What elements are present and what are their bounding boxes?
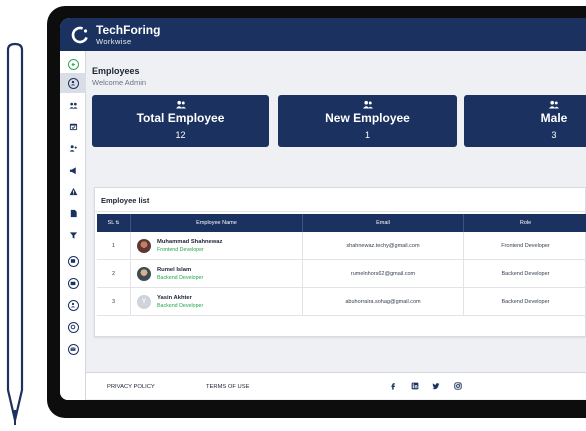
row-role: Frontend Developer — [501, 243, 550, 249]
column-label: Employee Name — [196, 220, 237, 226]
sort-icon: ⇅ — [115, 220, 120, 226]
row-employee: Rumel Islam Backend Developer — [131, 260, 303, 288]
column-label: Email — [376, 220, 390, 226]
row-sl: 3 — [97, 288, 131, 316]
row-email: abuhorraira.sohag@gmail.com — [303, 288, 464, 316]
card-new-employee[interactable]: New Employee 1 — [278, 95, 457, 147]
mail-icon — [67, 343, 79, 355]
column-header-sl[interactable]: SL ⇅ — [97, 214, 131, 232]
settings-icon — [67, 321, 79, 333]
column-label: SL — [107, 220, 115, 226]
brand-subtitle: Workwise — [96, 36, 132, 46]
users-icon — [362, 100, 373, 109]
instagram-icon[interactable] — [453, 381, 463, 391]
employee-name: Yasin Akhter — [157, 295, 192, 301]
facebook-icon[interactable] — [388, 381, 398, 391]
warning-icon — [69, 187, 77, 195]
document-icon — [70, 209, 77, 217]
page-title: Employees — [92, 66, 140, 76]
table-row[interactable]: 3 Y Yasin Akhter Backend Developer abuho… — [97, 288, 586, 316]
row-sl: 1 — [97, 232, 131, 260]
row-employee: Muhammad Shahnewaz Frontend Developer — [131, 232, 303, 260]
sidebar-item-alerts[interactable] — [60, 181, 86, 201]
employee-role-tag: Backend Developer — [157, 303, 204, 309]
divider — [95, 211, 585, 212]
row-role: Backend Developer — [501, 299, 550, 305]
sidebar-back-button[interactable] — [60, 54, 86, 74]
sidebar — [60, 51, 86, 400]
row-email: rumelnhors62@gmail.com — [303, 260, 464, 288]
avatar — [137, 267, 151, 281]
account-icon — [67, 299, 79, 311]
column-header-email[interactable]: Email — [303, 214, 464, 232]
twitter-icon[interactable] — [431, 381, 441, 391]
team-icon — [68, 102, 78, 109]
sidebar-item-settings[interactable] — [60, 317, 86, 337]
sidebar-item-projects[interactable] — [60, 273, 86, 293]
avatar — [137, 239, 151, 253]
app-screen: TechForing Workwise Employees Welcome Ad… — [60, 18, 586, 400]
users-icon — [67, 77, 79, 89]
card-male[interactable]: Male 3 — [464, 95, 586, 147]
techforing-logo-icon — [71, 26, 89, 43]
stylus-decoration — [6, 42, 24, 425]
avatar: Y — [137, 295, 151, 309]
brand-name: TechForing — [96, 22, 161, 37]
user-group-icon — [69, 144, 77, 152]
sidebar-item-employees[interactable] — [60, 73, 86, 93]
table-header: SL ⇅ Employee Name Email Role — [97, 214, 586, 232]
card-label: Male — [540, 111, 568, 125]
calendar-icon — [69, 123, 77, 130]
table-row[interactable]: 1 Muhammad Shahnewaz Frontend Developer … — [97, 232, 586, 260]
employee-name: Rumel Islam — [157, 267, 192, 273]
footer: PRIVACY POLICY TERMS OF USE — [86, 372, 586, 399]
sidebar-item-filter[interactable] — [60, 225, 86, 245]
card-label: New Employee — [325, 111, 410, 125]
row-sl: 2 — [97, 260, 131, 288]
briefcase-icon — [67, 277, 79, 289]
card-value: 12 — [175, 130, 186, 140]
column-header-role[interactable]: Role — [464, 214, 586, 232]
sidebar-item-team[interactable] — [60, 95, 86, 115]
card-value: 1 — [364, 130, 370, 140]
card-value: 3 — [551, 130, 557, 140]
card-total-employee[interactable]: Total Employee 12 — [92, 95, 269, 147]
linkedin-icon[interactable] — [410, 381, 420, 391]
row-email: shahnewaz.techy@gmail.com — [303, 232, 464, 260]
welcome-text: Welcome Admin — [92, 78, 147, 87]
main-content: Employees Welcome Admin Total Employee 1… — [86, 51, 586, 400]
employee-list-title: Employee list — [101, 196, 150, 205]
column-header-name[interactable]: Employee Name — [131, 214, 303, 232]
back-arrow-icon — [67, 58, 79, 70]
brand[interactable]: TechForing Workwise — [96, 22, 161, 46]
employee-list-panel: Employee list SL ⇅ Employee Name Email Ro… — [94, 187, 586, 337]
table-icon — [67, 255, 79, 267]
privacy-policy-link[interactable]: PRIVACY POLICY — [107, 384, 155, 390]
terms-of-use-link[interactable]: TERMS OF USE — [206, 384, 249, 390]
sidebar-item-calendar[interactable] — [60, 116, 86, 136]
top-bar: TechForing Workwise — [60, 18, 586, 51]
employee-name: Muhammad Shahnewaz — [157, 239, 223, 245]
sidebar-item-account[interactable] — [60, 295, 86, 315]
sidebar-item-groups[interactable] — [60, 138, 86, 158]
row-role: Backend Developer — [501, 271, 550, 277]
sidebar-item-table[interactable] — [60, 251, 86, 271]
column-label: Role — [519, 220, 532, 226]
sidebar-item-mail[interactable] — [60, 339, 86, 359]
row-employee: Y Yasin Akhter Backend Developer — [131, 288, 303, 316]
users-icon — [175, 100, 186, 109]
sidebar-item-announcements[interactable] — [60, 160, 86, 180]
card-label: Total Employee — [136, 111, 225, 125]
employee-role-tag: Backend Developer — [157, 275, 204, 281]
table-row[interactable]: 2 Rumel Islam Backend Developer rumelnho… — [97, 260, 586, 288]
users-icon — [549, 100, 559, 109]
megaphone-icon — [69, 166, 76, 174]
filter-icon — [69, 231, 77, 239]
employee-role-tag: Frontend Developer — [157, 247, 204, 253]
sidebar-item-documents[interactable] — [60, 203, 86, 223]
